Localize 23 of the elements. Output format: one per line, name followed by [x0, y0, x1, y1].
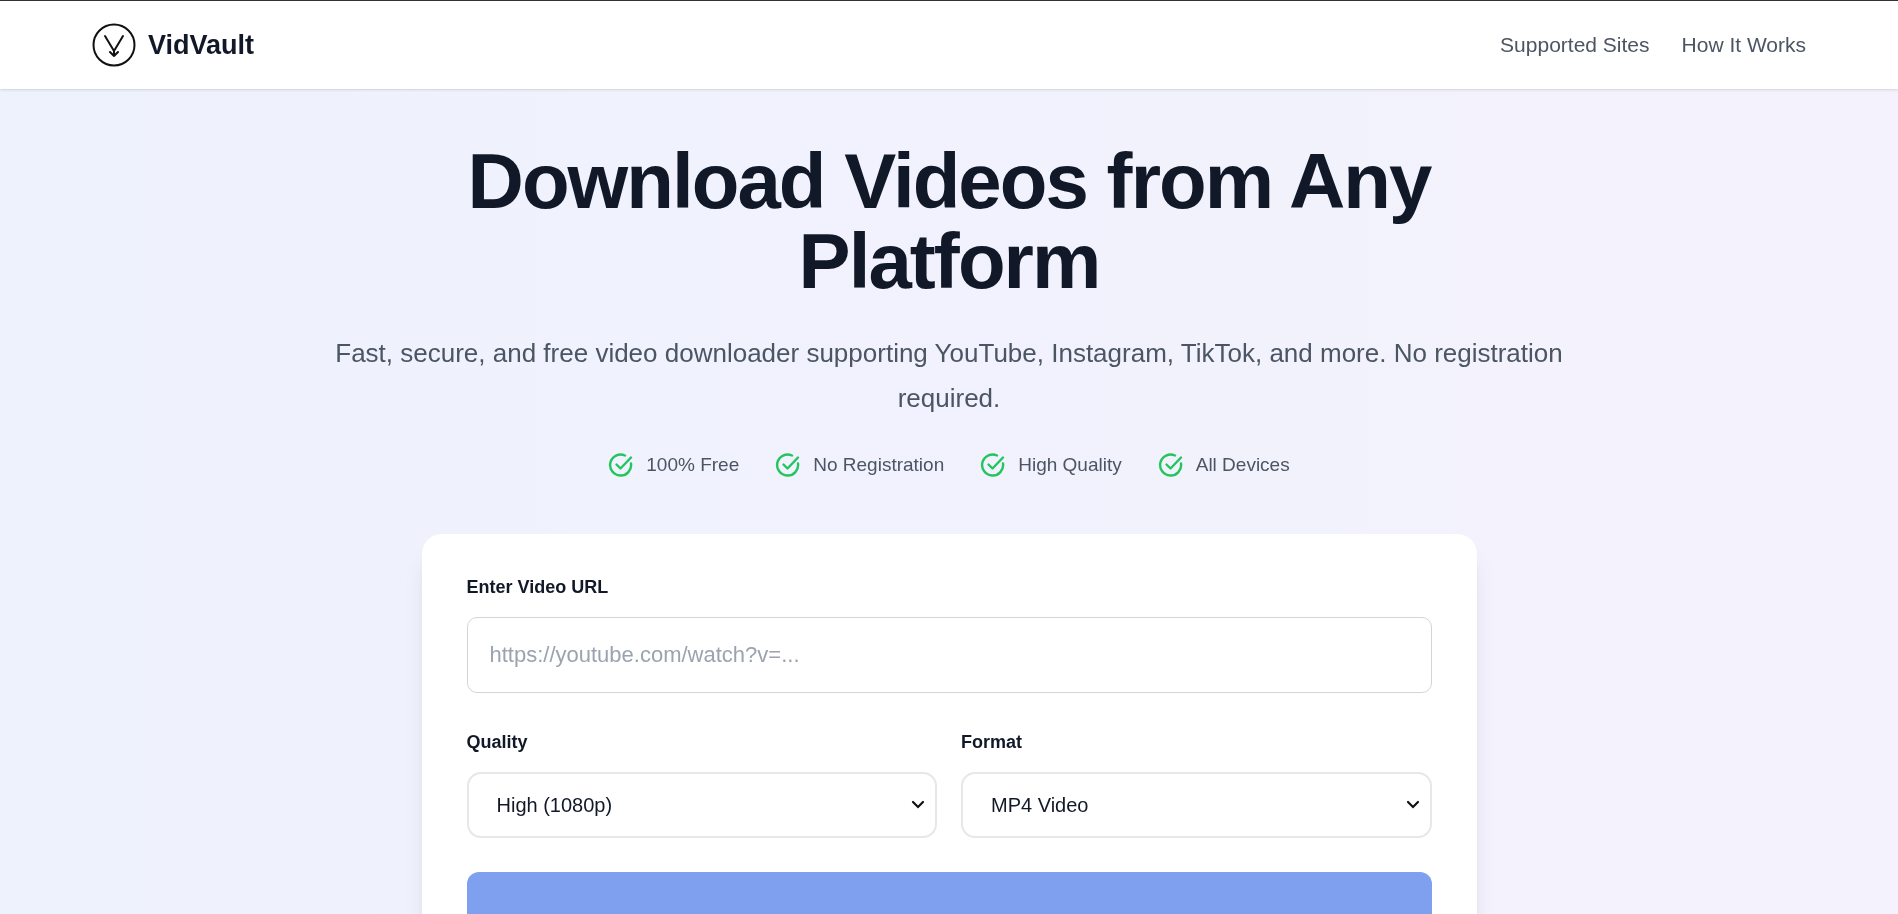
- feature-label: High Quality: [1018, 453, 1122, 477]
- chevron-down-icon: [1405, 799, 1420, 810]
- brand-name: VidVault: [148, 28, 255, 62]
- field-label: Format: [961, 730, 1023, 754]
- nav-link[interactable]: Supported Sites: [1500, 29, 1650, 61]
- field-label: Quality: [466, 730, 529, 754]
- download-button[interactable]: [466, 871, 1432, 914]
- check-circle-icon: [980, 452, 1007, 479]
- nav-link[interactable]: How It Works: [1681, 29, 1806, 61]
- hero-subtitle: Fast, secure, and free video downloader supporting YouTube, Instagram, TikTok, and more. No registration required.: [334, 337, 1564, 415]
- feature-label: No Registration: [813, 453, 945, 477]
- check-circle-icon: [1157, 452, 1184, 479]
- field-label: Enter Video URL: [466, 575, 610, 599]
- feature-label: All Devices: [1195, 453, 1290, 477]
- logo-icon: [92, 23, 136, 67]
- url-input-field[interactable]: https://youtube.com/watch?v=...: [466, 616, 1432, 693]
- chevron-down-icon: [911, 799, 925, 810]
- feature-label: 100% Free: [646, 453, 740, 477]
- select-dropdown[interactable]: High (1080p): [466, 771, 937, 838]
- hero-title: Download Videos from Any Platform: [466, 141, 1433, 301]
- select-dropdown[interactable]: MP4 Video: [961, 771, 1432, 838]
- check-circle-icon: [775, 452, 802, 479]
- check-circle-icon: [608, 452, 635, 479]
